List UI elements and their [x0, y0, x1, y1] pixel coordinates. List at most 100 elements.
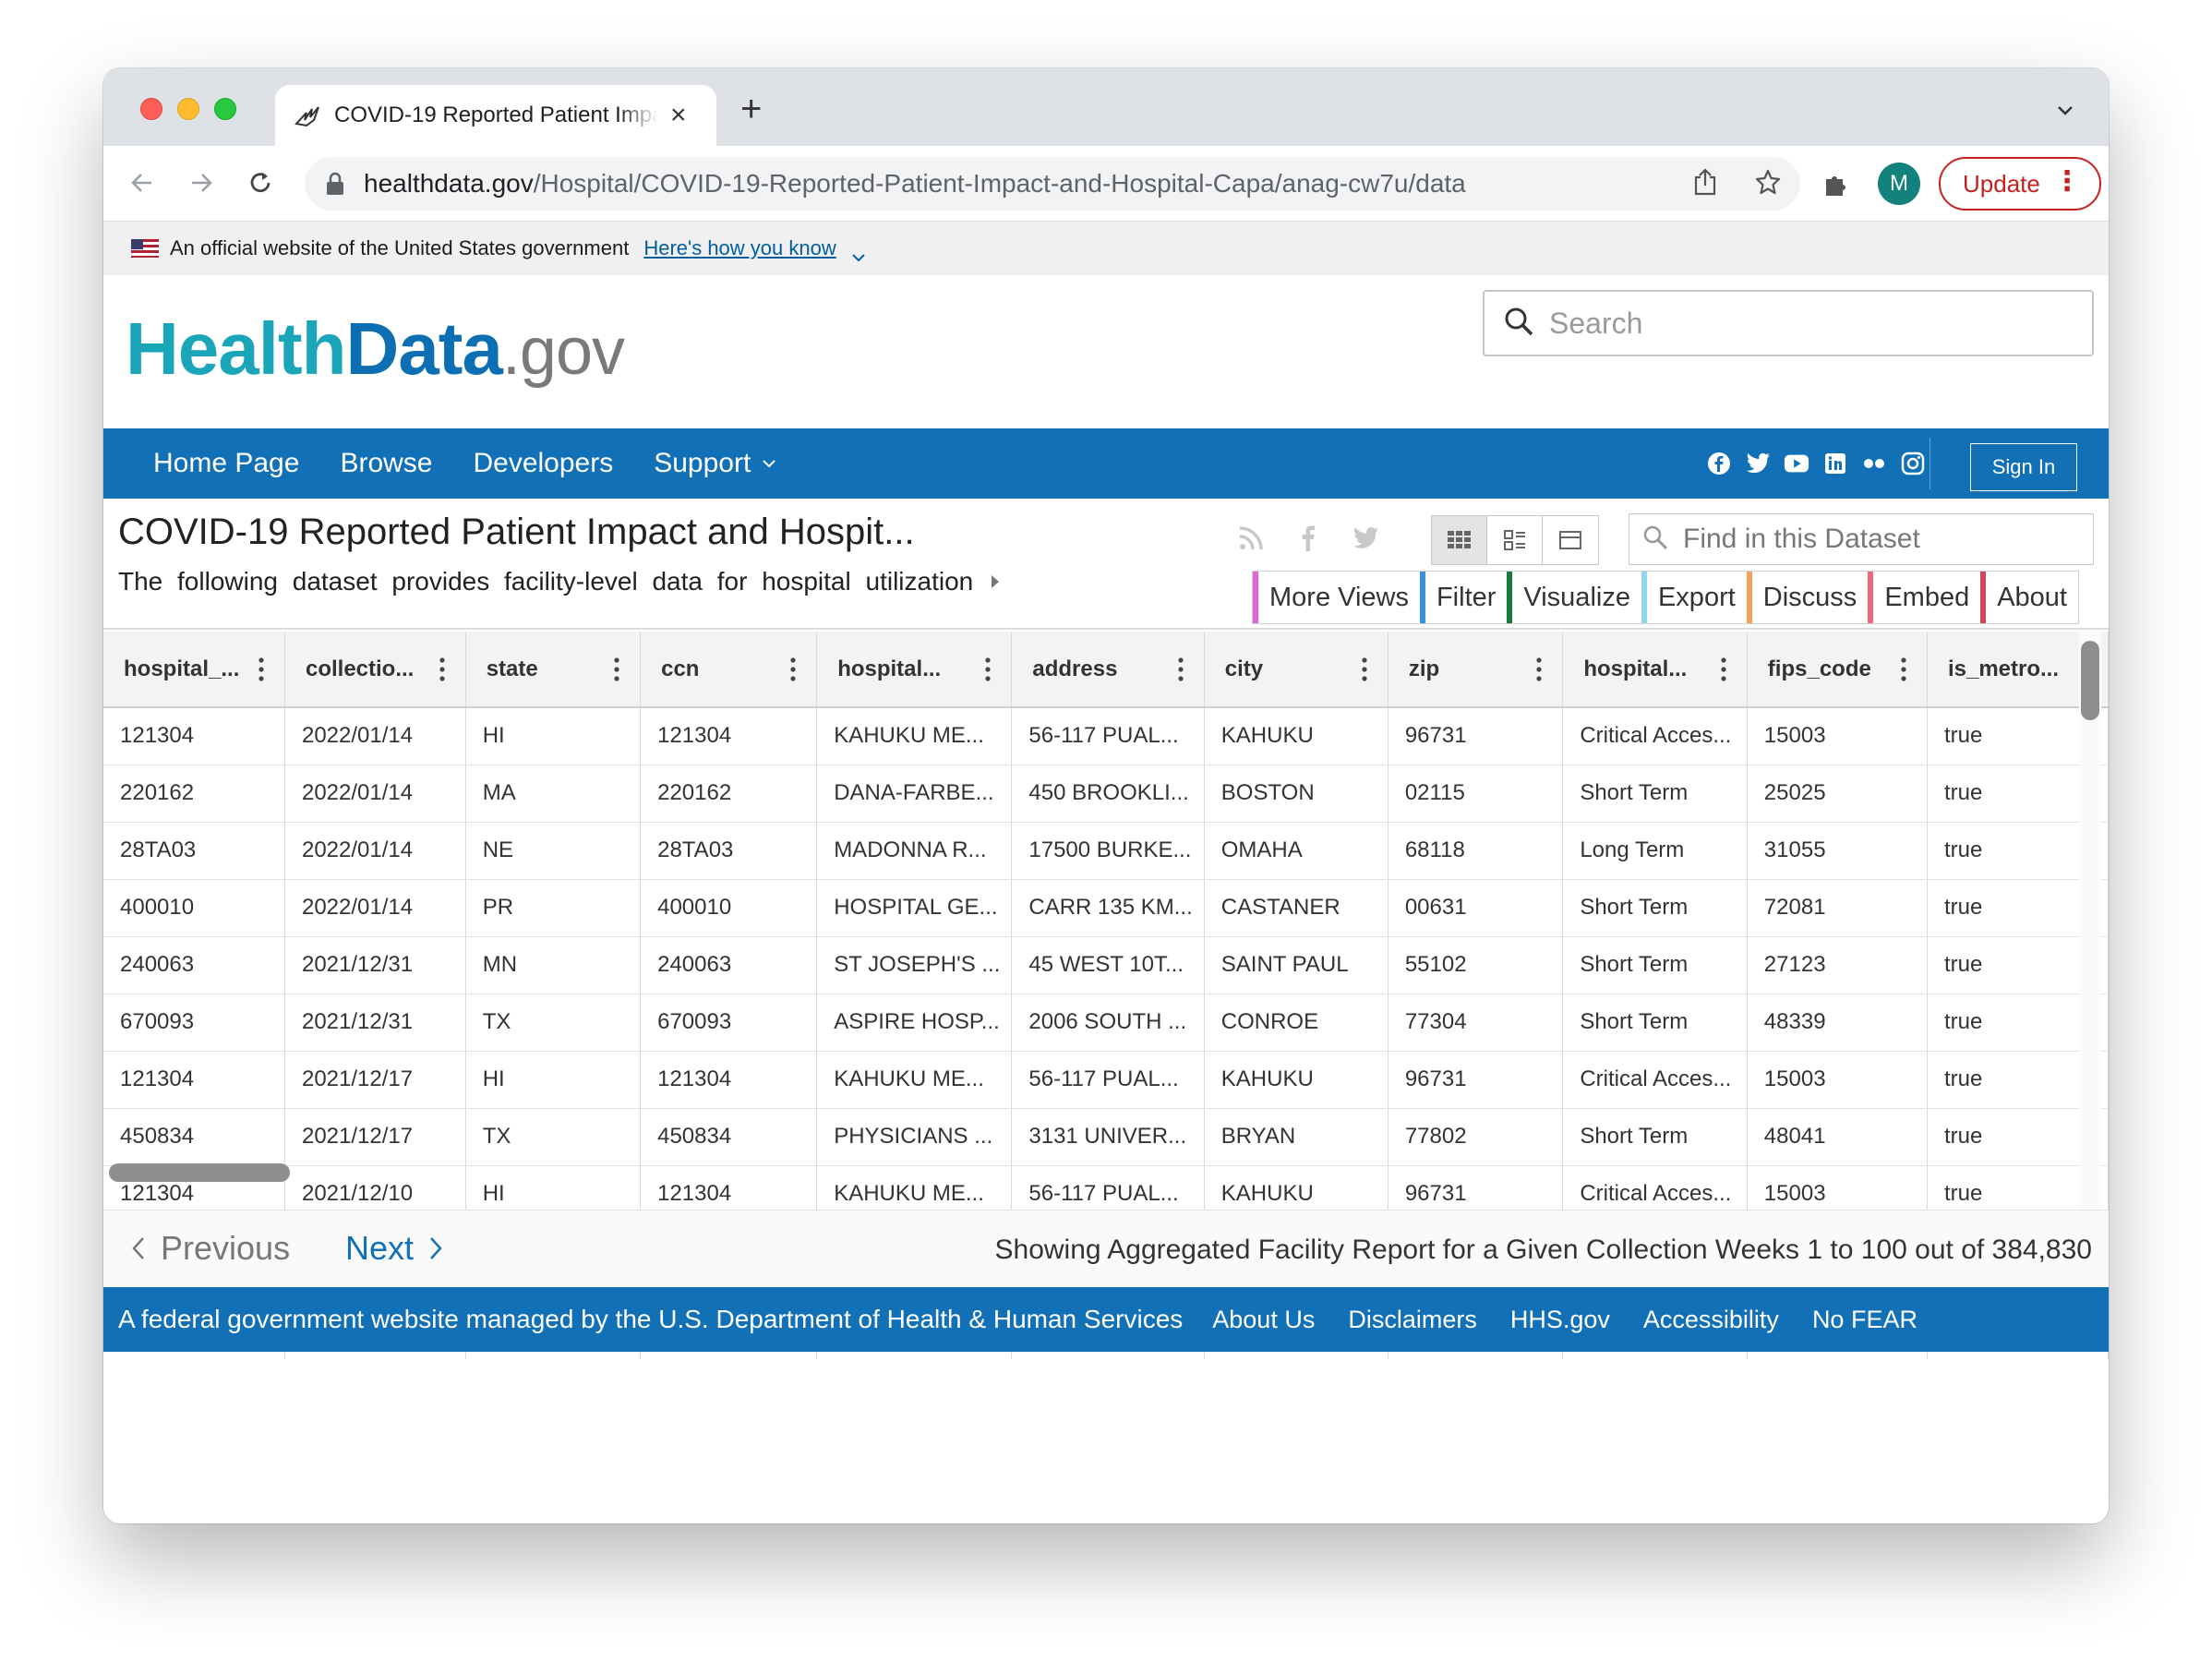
column-header[interactable]: city: [1204, 632, 1389, 708]
table-cell[interactable]: 96731: [1388, 1051, 1564, 1109]
table-cell[interactable]: HI: [465, 1051, 642, 1109]
table-cell[interactable]: 220162: [640, 765, 818, 823]
table-cell[interactable]: HI: [465, 707, 642, 765]
table-cell[interactable]: 670093: [103, 994, 285, 1052]
table-cell[interactable]: CARR 135 KM...: [1011, 879, 1205, 937]
previous-page-button[interactable]: Previous: [131, 1229, 290, 1268]
column-menu-icon[interactable]: [1901, 657, 1906, 681]
tab-search-chevron-icon[interactable]: [2055, 100, 2075, 120]
table-cell[interactable]: Short Term: [1562, 994, 1748, 1052]
table-cell[interactable]: 72081: [1747, 879, 1928, 937]
close-tab-icon[interactable]: ×: [670, 102, 687, 129]
column-header[interactable]: hospital...: [816, 632, 1013, 708]
chevron-down-icon[interactable]: [851, 244, 866, 262]
table-cell[interactable]: 2022/01/14: [284, 707, 466, 765]
table-cell[interactable]: TX: [465, 994, 642, 1052]
table-cell[interactable]: 15003: [1747, 707, 1928, 765]
table-cell[interactable]: 3131 UNIVER...: [1011, 1108, 1205, 1166]
share-icon[interactable]: [1693, 168, 1717, 200]
export-button[interactable]: Export: [1641, 572, 1747, 623]
youtube-icon[interactable]: [1784, 451, 1809, 476]
table-cell[interactable]: 45 WEST 10T...: [1011, 936, 1205, 994]
table-cell[interactable]: KAHUKU: [1204, 1051, 1389, 1109]
table-cell[interactable]: Long Term: [1562, 822, 1748, 880]
nav-home-page[interactable]: Home Page: [153, 448, 299, 479]
table-cell[interactable]: 121304: [103, 1051, 285, 1109]
maximize-window-button[interactable]: [214, 98, 236, 120]
table-row[interactable]: 121304 2022/01/14 HI 121304 KAHUKU ME... 56-1…: [103, 707, 2109, 765]
vertical-scroll-thumb[interactable]: [2081, 641, 2099, 720]
table-cell[interactable]: 2022/01/14: [284, 822, 466, 880]
footer-link-about-us[interactable]: About Us: [1212, 1306, 1315, 1334]
table-cell[interactable]: SAINT PAUL: [1204, 936, 1389, 994]
table-cell[interactable]: MADONNA R...: [816, 822, 1013, 880]
table-cell[interactable]: 450 BROOKLI...: [1011, 765, 1205, 823]
table-cell[interactable]: 220162: [103, 765, 285, 823]
find-in-dataset-input[interactable]: [1683, 524, 2089, 555]
back-arrow-icon[interactable]: [124, 164, 161, 201]
discuss-button[interactable]: Discuss: [1746, 572, 1869, 623]
table-cell[interactable]: KAHUKU: [1204, 707, 1389, 765]
table-cell[interactable]: MA: [465, 765, 642, 823]
table-cell[interactable]: Short Term: [1562, 765, 1748, 823]
expand-arrow-icon[interactable]: [992, 575, 1000, 588]
table-cell[interactable]: 27123: [1747, 936, 1928, 994]
filter-button[interactable]: Filter: [1419, 572, 1508, 623]
table-cell[interactable]: ASPIRE HOSP...: [816, 994, 1013, 1052]
table-cell[interactable]: PHYSICIANS ...: [816, 1108, 1013, 1166]
healthdata-logo[interactable]: HealthData.gov: [126, 307, 625, 391]
table-cell[interactable]: OMAHA: [1204, 822, 1389, 880]
rss-icon[interactable]: [1235, 523, 1267, 554]
footer-link-accessibility[interactable]: Accessibility: [1643, 1306, 1779, 1334]
table-cell[interactable]: 77304: [1388, 994, 1564, 1052]
table-row[interactable]: 240063 2021/12/31 MN 240063 ST JOSEPH'S ... 4…: [103, 936, 2109, 994]
table-cell[interactable]: TX: [465, 1108, 642, 1166]
column-header[interactable]: fips_code: [1747, 632, 1928, 708]
about-button[interactable]: About: [1980, 572, 2078, 623]
sign-in-button[interactable]: Sign In: [1970, 443, 2077, 491]
grid-view-icon[interactable]: [1432, 516, 1487, 564]
table-cell[interactable]: 28TA03: [103, 822, 285, 880]
table-row[interactable]: 121304 2021/12/17 HI 121304 KAHUKU ME... 56-1…: [103, 1051, 2109, 1109]
page-view-icon[interactable]: [1543, 516, 1598, 564]
column-header[interactable]: state: [465, 632, 642, 708]
close-window-button[interactable]: [140, 98, 162, 120]
table-cell[interactable]: 2021/12/17: [284, 1051, 466, 1109]
linkedin-icon[interactable]: [1822, 451, 1848, 476]
table-cell[interactable]: 240063: [103, 936, 285, 994]
table-row[interactable]: 670093 2021/12/31 TX 670093 ASPIRE HOSP... 20…: [103, 994, 2109, 1052]
table-cell[interactable]: KAHUKU ME...: [816, 707, 1013, 765]
facebook-share-icon[interactable]: [1292, 523, 1324, 554]
forward-arrow-icon[interactable]: [183, 164, 220, 201]
table-cell[interactable]: 48339: [1747, 994, 1928, 1052]
minimize-window-button[interactable]: [177, 98, 199, 120]
table-cell[interactable]: 2021/12/31: [284, 994, 466, 1052]
table-cell[interactable]: 02115: [1388, 765, 1564, 823]
table-cell[interactable]: 96731: [1388, 707, 1564, 765]
column-menu-icon[interactable]: [1178, 657, 1184, 681]
table-cell[interactable]: 25025: [1747, 765, 1928, 823]
instagram-icon[interactable]: [1900, 451, 1926, 476]
dataset-description[interactable]: The following dataset provides facility-…: [118, 567, 1000, 596]
table-cell[interactable]: 121304: [640, 1051, 818, 1109]
table-cell[interactable]: 00631: [1388, 879, 1564, 937]
table-cell[interactable]: CASTANER: [1204, 879, 1389, 937]
column-menu-icon[interactable]: [1721, 657, 1726, 681]
site-search-input[interactable]: [1549, 306, 2066, 341]
next-page-button[interactable]: Next: [345, 1229, 443, 1268]
table-cell[interactable]: 28TA03: [640, 822, 818, 880]
column-menu-icon[interactable]: [614, 657, 619, 681]
column-menu-icon[interactable]: [790, 657, 796, 681]
table-cell[interactable]: DANA-FARBE...: [816, 765, 1013, 823]
embed-button[interactable]: Embed: [1868, 572, 1981, 623]
table-cell[interactable]: Short Term: [1562, 1108, 1748, 1166]
table-cell[interactable]: 450834: [640, 1108, 818, 1166]
table-cell[interactable]: 17500 BURKE...: [1011, 822, 1205, 880]
table-cell[interactable]: 77802: [1388, 1108, 1564, 1166]
table-cell[interactable]: 2022/01/14: [284, 765, 466, 823]
column-header[interactable]: hospital...: [1562, 632, 1748, 708]
find-in-dataset[interactable]: [1629, 513, 2094, 565]
table-cell[interactable]: HOSPITAL GE...: [816, 879, 1013, 937]
profile-avatar[interactable]: M: [1878, 163, 1920, 205]
address-bar[interactable]: healthdata.gov/Hospital/COVID-19-Reporte…: [305, 157, 1800, 211]
